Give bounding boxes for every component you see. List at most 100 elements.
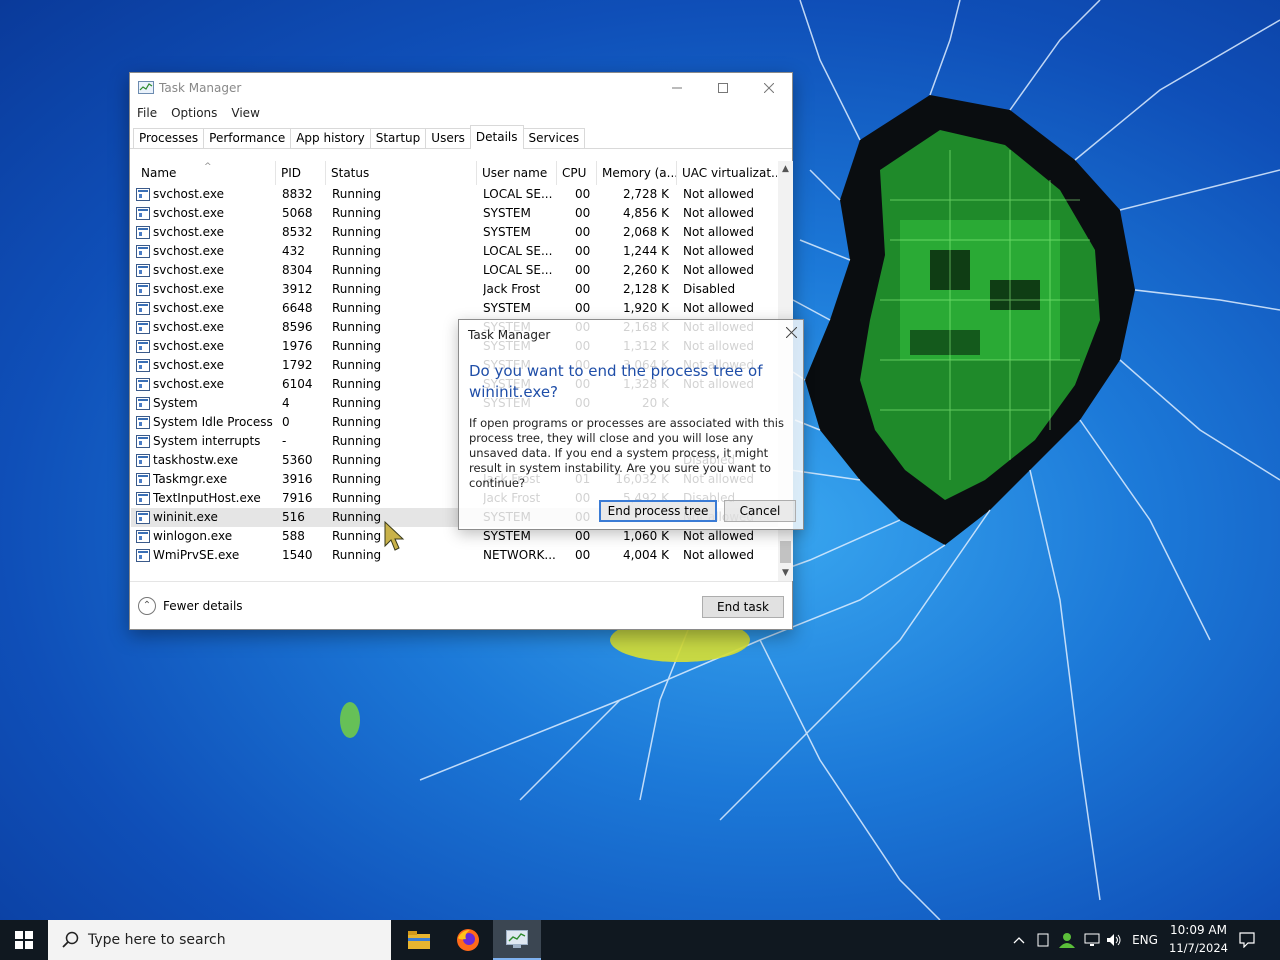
cell-name: svchost.exe: [153, 377, 224, 391]
tab-startup[interactable]: Startup: [369, 128, 427, 148]
process-icon: [136, 530, 150, 543]
column-header-status[interactable]: Status: [326, 161, 477, 185]
column-header-user-name[interactable]: User name: [477, 161, 557, 185]
close-button[interactable]: [746, 73, 792, 103]
window-footer: ⌃ Fewer details End task: [130, 581, 792, 629]
cell-name: winlogon.exe: [153, 529, 233, 543]
cell-name: wininit.exe: [153, 510, 218, 524]
taskbar: Type here to search ENG 10:09 AM 11/7/20…: [0, 920, 1280, 960]
title-bar[interactable]: Task Manager: [130, 73, 792, 103]
sort-chevron-up-icon: ^: [204, 162, 212, 172]
dialog-close-button[interactable]: [785, 324, 798, 342]
cell-name: svchost.exe: [153, 225, 224, 239]
menu-view[interactable]: View: [231, 106, 259, 120]
column-header-uac[interactable]: UAC virtualizat...: [677, 161, 777, 185]
taskbar-search-box[interactable]: Type here to search: [48, 920, 391, 960]
cell-cpu: 00: [575, 206, 591, 220]
menu-options[interactable]: Options: [171, 106, 217, 120]
scroll-down-icon[interactable]: ▼: [778, 565, 793, 581]
end-process-tree-button[interactable]: End process tree: [599, 500, 717, 522]
cell-status: Running: [332, 396, 382, 410]
tab-services[interactable]: Services: [522, 128, 586, 148]
cell-name: svchost.exe: [153, 358, 224, 372]
notifications-icon[interactable]: [1232, 920, 1262, 960]
close-icon: [785, 326, 798, 339]
maximize-button[interactable]: [700, 73, 746, 103]
menu-bar: File Options View: [130, 103, 792, 123]
table-row[interactable]: svchost.exe 432 Running LOCAL SE... 00 1,244 …: [131, 242, 778, 261]
cancel-button[interactable]: Cancel: [724, 500, 796, 522]
cell-pid: 588: [282, 529, 305, 543]
people-icon[interactable]: [1056, 920, 1078, 960]
cell-name: svchost.exe: [153, 187, 224, 201]
network-icon[interactable]: [1082, 920, 1102, 960]
folder-icon: [408, 931, 430, 949]
tab-app-history[interactable]: App history: [290, 128, 371, 148]
clock-time[interactable]: 10:09 AM: [1170, 923, 1227, 937]
table-row[interactable]: svchost.exe 3912 Running Jack Frost 00 2,128 …: [131, 280, 778, 299]
cell-status: Running: [332, 244, 382, 258]
cell-pid: 5360: [282, 453, 313, 467]
cell-uac: Not allowed: [683, 187, 755, 201]
cell-name: svchost.exe: [153, 320, 224, 334]
cell-uac: Not allowed: [683, 244, 755, 258]
cell-pid: 516: [282, 510, 305, 524]
cell-mem: 1,920 K: [622, 301, 669, 315]
cell-status: Running: [332, 187, 382, 201]
table-row[interactable]: svchost.exe 8832 Running LOCAL SE... 00 2,728…: [131, 185, 778, 204]
input-language-indicator[interactable]: ENG: [1128, 920, 1162, 960]
windows-logo-icon: [15, 931, 33, 949]
cell-user: LOCAL SE...: [483, 263, 553, 277]
tab-strip: Processes Performance App history Startu…: [130, 123, 792, 149]
cell-user: NETWORK...: [483, 548, 555, 562]
scrollbar-thumb[interactable]: [780, 541, 791, 563]
column-header-memory[interactable]: Memory (a...: [597, 161, 677, 185]
cell-pid: -: [282, 434, 287, 448]
cell-pid: 7916: [282, 491, 313, 505]
fewer-details-link[interactable]: Fewer details: [163, 599, 243, 613]
start-button[interactable]: [0, 920, 48, 960]
taskbar-firefox[interactable]: [444, 920, 492, 960]
process-icon: [136, 207, 150, 220]
cell-cpu: 00: [575, 301, 591, 315]
cell-name: svchost.exe: [153, 339, 224, 353]
volume-icon[interactable]: [1104, 920, 1124, 960]
table-row[interactable]: svchost.exe 6648 Running SYSTEM 00 1,920 K Not…: [131, 299, 778, 318]
end-task-button[interactable]: End task: [702, 596, 784, 618]
cell-name: Taskmgr.exe: [153, 472, 228, 486]
process-icon: [136, 226, 150, 239]
cell-name: WmiPrvSE.exe: [153, 548, 240, 562]
process-icon: [136, 302, 150, 315]
tab-users[interactable]: Users: [425, 128, 471, 148]
table-row[interactable]: WmiPrvSE.exe 1540 Running NETWORK... 00 4,004…: [131, 546, 778, 565]
table-row[interactable]: svchost.exe 8532 Running SYSTEM 00 2,068 K Not…: [131, 223, 778, 242]
column-header-name[interactable]: ^ Name: [136, 161, 276, 185]
process-icon: [136, 245, 150, 258]
tray-app-icon[interactable]: [1034, 920, 1052, 960]
dialog-message: If open programs or processes are associ…: [469, 416, 784, 490]
menu-file[interactable]: File: [137, 106, 157, 120]
table-row[interactable]: svchost.exe 5068 Running SYSTEM 00 4,856 K Not…: [131, 204, 778, 223]
cell-name: svchost.exe: [153, 244, 224, 258]
cell-mem: 4,856 K: [622, 206, 669, 220]
column-header-cpu[interactable]: CPU: [557, 161, 597, 185]
column-header-name-label: Name: [141, 166, 177, 180]
cell-uac: Not allowed: [683, 301, 755, 315]
tab-performance[interactable]: Performance: [203, 128, 292, 148]
scroll-up-icon[interactable]: ▲: [778, 161, 793, 177]
show-hidden-icons-chevron-icon[interactable]: [1010, 920, 1028, 960]
cell-user: LOCAL SE...: [483, 244, 553, 258]
table-row[interactable]: svchost.exe 8304 Running LOCAL SE... 00 2,260…: [131, 261, 778, 280]
taskbar-task-manager[interactable]: [493, 920, 541, 960]
column-header-pid[interactable]: PID: [276, 161, 326, 185]
chevron-up-icon[interactable]: ⌃: [138, 597, 156, 615]
cell-pid: 8532: [282, 225, 313, 239]
cell-status: Running: [332, 491, 382, 505]
clock-date[interactable]: 11/7/2024: [1169, 941, 1228, 955]
tab-details[interactable]: Details: [469, 125, 524, 149]
cell-pid: 1976: [282, 339, 313, 353]
minimize-button[interactable]: [654, 73, 700, 103]
taskbar-file-explorer[interactable]: [395, 920, 443, 960]
tab-processes[interactable]: Processes: [133, 128, 205, 148]
cell-pid: 0: [282, 415, 290, 429]
